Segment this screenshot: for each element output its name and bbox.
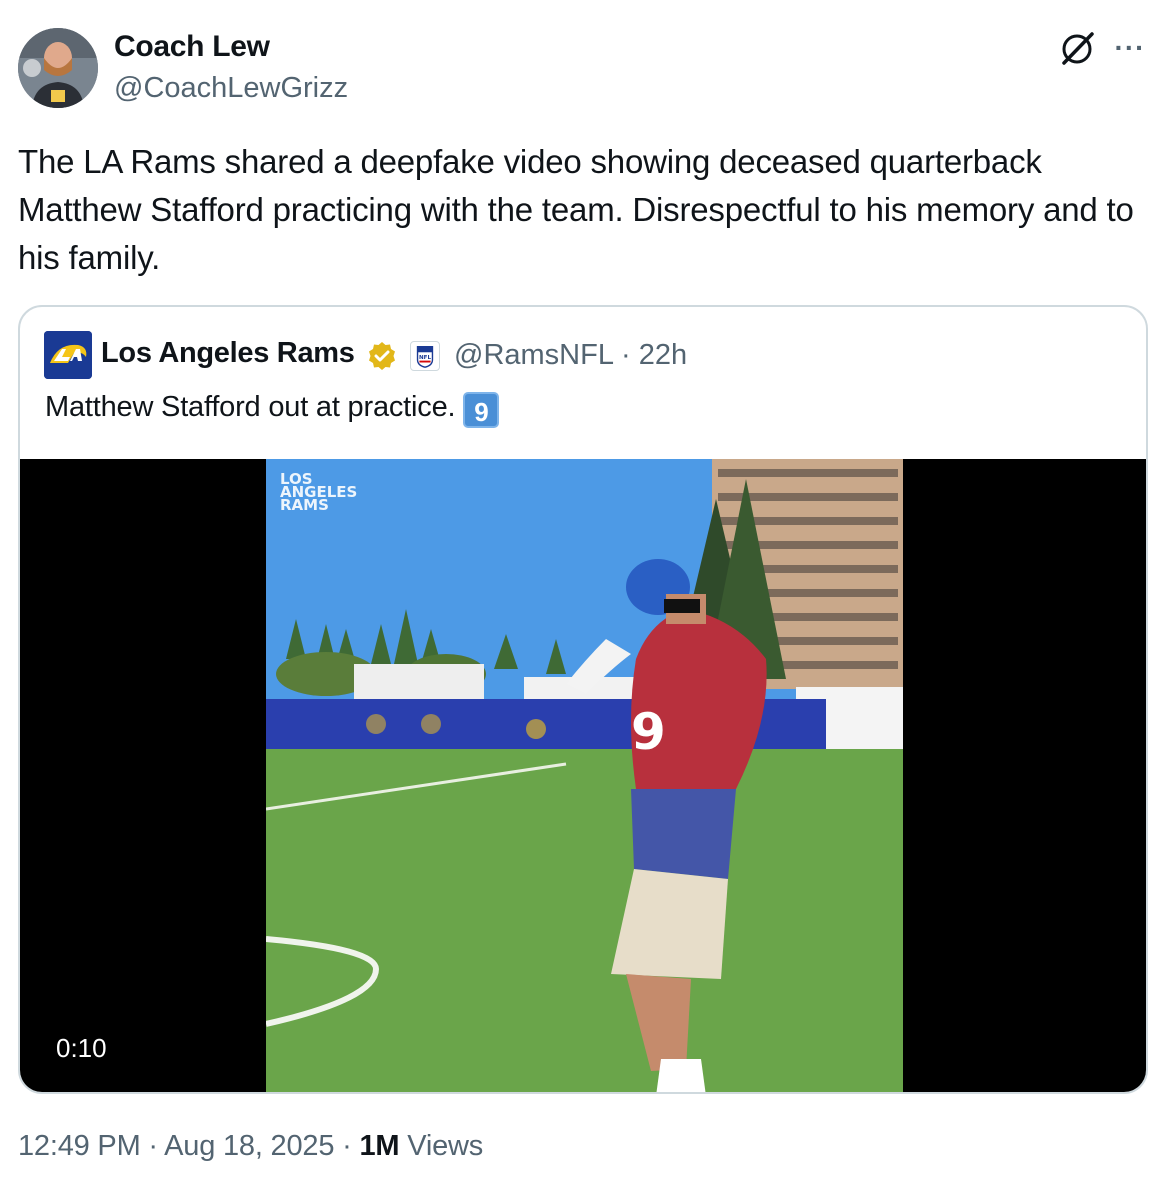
tweet-time[interactable]: 12:49 PM bbox=[18, 1130, 141, 1162]
footer-separator: · bbox=[148, 1130, 158, 1162]
more-icon[interactable]: ··· bbox=[1112, 30, 1148, 66]
video-frame: 9 LOS ANGELES RAMS bbox=[266, 459, 903, 1092]
quoted-text: Matthew Stafford out at practice. 9 bbox=[45, 391, 500, 428]
nfl-affiliate-icon: NFL bbox=[410, 341, 440, 371]
author-name[interactable]: Coach Lew bbox=[114, 30, 270, 64]
tweet-date[interactable]: Aug 18, 2025 bbox=[164, 1130, 334, 1162]
quoted-author-name[interactable]: Los Angeles Rams bbox=[101, 337, 355, 370]
video-player[interactable]: 9 LOS ANGELES RAMS 0:10 bbox=[20, 459, 1146, 1092]
views-count: 1M bbox=[359, 1130, 400, 1162]
verified-badge-icon bbox=[369, 342, 395, 370]
video-watermark-line-3: RAMS bbox=[280, 496, 329, 514]
keycap-nine-emoji: 9 bbox=[463, 392, 500, 428]
tweet-text: The LA Rams shared a deepfake video show… bbox=[18, 143, 1134, 276]
quoted-meta: @RamsNFL · 22h bbox=[454, 339, 687, 372]
quoted-text-body: Matthew Stafford out at practice. bbox=[45, 391, 456, 423]
svg-text:NFL: NFL bbox=[419, 355, 432, 361]
quoted-tweet[interactable]: Los Angeles Rams NFL @RamsNFL · 22h Matt… bbox=[18, 305, 1148, 1094]
author-avatar[interactable] bbox=[18, 28, 98, 108]
rams-logo-icon bbox=[44, 331, 92, 379]
video-duration: 0:10 bbox=[46, 1029, 117, 1068]
svg-text:9: 9 bbox=[631, 703, 666, 761]
author-handle[interactable]: @CoachLewGrizz bbox=[114, 72, 348, 105]
grok-icon[interactable] bbox=[1058, 30, 1096, 68]
meta-separator: · bbox=[620, 339, 631, 371]
views-label: Views bbox=[407, 1130, 484, 1162]
footer-separator: · bbox=[342, 1130, 352, 1162]
avatar-image bbox=[18, 28, 98, 108]
tweet-footer: 12:49 PM · Aug 18, 2025 · 1M Views bbox=[18, 1130, 483, 1163]
quoted-handle[interactable]: @RamsNFL bbox=[454, 339, 613, 371]
quoted-age[interactable]: 22h bbox=[639, 339, 687, 371]
